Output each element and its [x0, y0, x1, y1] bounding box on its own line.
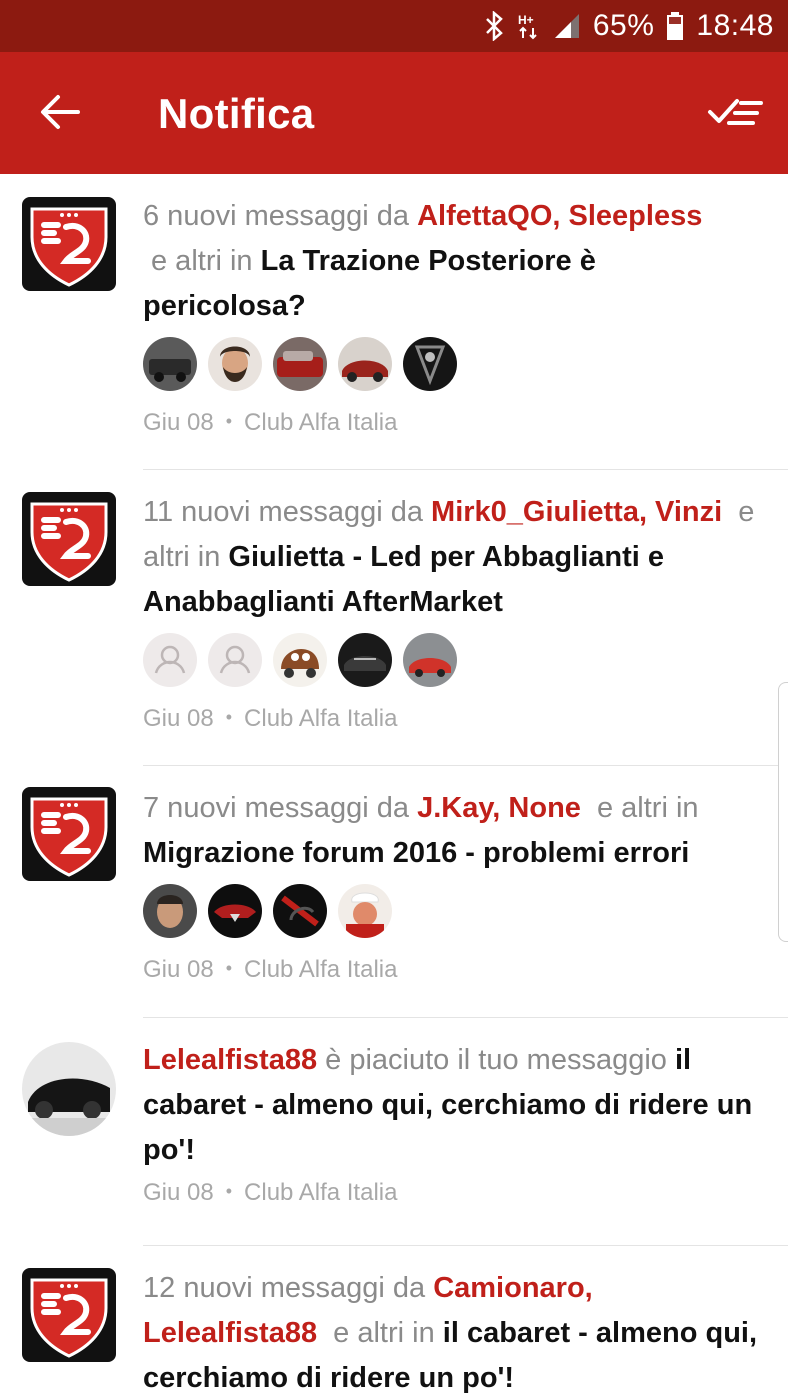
notification-date: Giu 08 — [143, 705, 214, 732]
page-title: Notifica — [158, 90, 315, 137]
cartoon-truck-avatar — [273, 633, 327, 687]
notification-item[interactable]: 12 nuovi messaggi da Camionaro, Lelealfi… — [0, 1246, 788, 1400]
forum-logo-avatar — [22, 1268, 116, 1362]
notification-list: 6 nuovi messaggi da AlfettaQO, Sleepless… — [0, 174, 788, 1400]
notification-text: 7 nuovi messaggi da J.Kay, None e altri … — [143, 792, 699, 869]
participant-avatars — [143, 884, 764, 938]
notification-forum: Club Alfa Italia — [244, 956, 398, 983]
scroll-handle[interactable] — [778, 682, 788, 942]
user-avatar — [22, 1042, 116, 1136]
car-dark-avatar — [143, 337, 197, 391]
bluetooth-icon — [483, 11, 505, 41]
notification-forum: Club Alfa Italia — [244, 1179, 398, 1206]
red-car-front-avatar — [208, 884, 262, 938]
notification-users: J.Kay, None — [417, 792, 581, 824]
notification-item[interactable]: 7 nuovi messaggi da J.Kay, None e altri … — [0, 766, 788, 1018]
notification-text: 12 nuovi messaggi da Camionaro, Lelealfi… — [143, 1272, 758, 1394]
battery-percent: 65% — [592, 9, 655, 42]
red-classic-car-avatar — [338, 337, 392, 391]
network-type-icon: H+ — [517, 12, 541, 40]
bearded-man-avatar — [208, 337, 262, 391]
default-user-avatar — [143, 633, 197, 687]
forum-logo-avatar — [22, 787, 116, 881]
notification-topic: Migrazione forum 2016 - problemi errori — [143, 837, 690, 869]
notification-meta: Giu 08 • Club Alfa Italia — [143, 409, 398, 436]
dark-car-avatar — [273, 884, 327, 938]
arrow-left-icon — [41, 95, 80, 129]
notification-text: Lelealfista88 è piaciuto il tuo messaggi… — [143, 1044, 753, 1166]
battery-icon — [666, 11, 684, 41]
forum-logo-avatar — [22, 492, 116, 586]
notification-meta: Giu 08 • Club Alfa Italia — [143, 1179, 398, 1206]
status-bar: H+ 65% 18:48 — [0, 0, 788, 52]
notification-item[interactable]: 11 nuovi messaggi da Mirk0_Giulietta, Vi… — [0, 470, 788, 766]
notification-text: 6 nuovi messaggi da AlfettaQO, Sleepless… — [143, 200, 703, 322]
notification-users: AlfettaQO, Sleepless — [417, 200, 703, 232]
notification-item[interactable]: 6 nuovi messaggi da AlfettaQO, Sleepless… — [0, 174, 788, 470]
svg-text:H+: H+ — [518, 13, 534, 27]
man-portrait-avatar — [143, 884, 197, 938]
notification-date: Giu 08 — [143, 409, 214, 436]
alfa-grille-avatar — [403, 337, 457, 391]
notification-users: Mirk0_Giulietta, Vinzi — [431, 496, 723, 528]
notification-forum: Club Alfa Italia — [244, 705, 398, 732]
participant-avatars — [143, 337, 764, 391]
notification-date: Giu 08 — [143, 956, 214, 983]
back-button[interactable] — [30, 82, 90, 142]
mark-all-read-icon — [708, 99, 763, 125]
notification-text: 11 nuovi messaggi da Mirk0_Giulietta, Vi… — [143, 496, 755, 618]
red-car-avatar — [273, 337, 327, 391]
red-car-avatar — [403, 633, 457, 687]
mark-all-read-button[interactable] — [700, 82, 770, 142]
notification-meta: Giu 08 • Club Alfa Italia — [143, 705, 398, 732]
notification-users: Lelealfista88 — [143, 1044, 318, 1076]
notification-meta: Giu 08 • Club Alfa Italia — [143, 956, 398, 983]
notification-date: Giu 08 — [143, 1179, 214, 1206]
participant-avatars — [143, 633, 764, 687]
app-bar: Notifica — [0, 52, 788, 174]
notification-forum: Club Alfa Italia — [244, 409, 398, 436]
forum-logo-avatar — [22, 197, 116, 291]
default-user-avatar — [208, 633, 262, 687]
notification-item[interactable]: Lelealfista88 è piaciuto il tuo messaggi… — [0, 1018, 788, 1246]
black-car-avatar — [338, 633, 392, 687]
signal-icon — [553, 12, 581, 40]
chef-avatar — [338, 884, 392, 938]
status-time: 18:48 — [696, 9, 774, 42]
